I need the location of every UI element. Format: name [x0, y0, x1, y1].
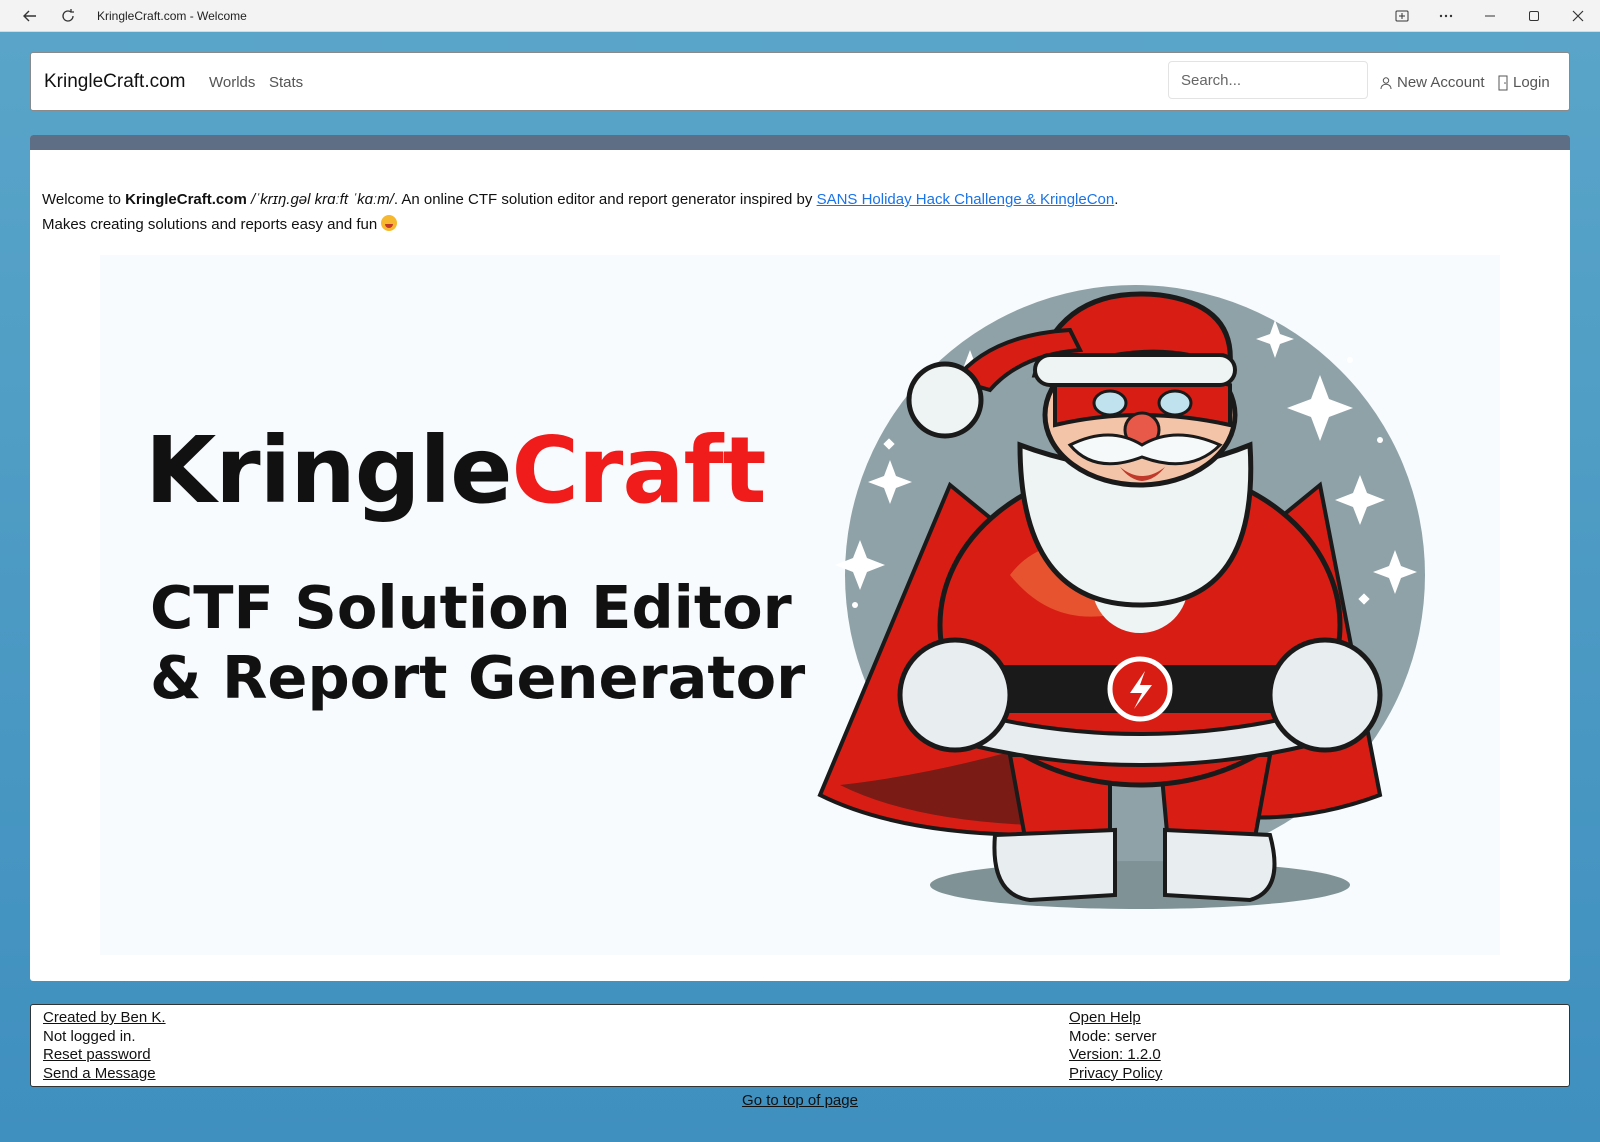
close-icon[interactable] — [1556, 0, 1600, 32]
login-status: Not logged in. — [43, 1027, 136, 1045]
more-options-icon[interactable] — [1424, 0, 1468, 32]
hero-title-black: Kringle — [145, 417, 512, 524]
new-account-label: New Account — [1397, 74, 1485, 91]
brand-link[interactable]: KringleCraft.com — [44, 71, 186, 93]
hero-title-red: Craft — [511, 417, 766, 524]
intro-line2: Makes creating solutions and reports eas… — [42, 216, 382, 233]
line-end: . — [1114, 191, 1119, 208]
hero-subtitle: CTF Solution Editor & Report Generator — [150, 573, 805, 713]
search-input[interactable] — [1168, 61, 1368, 99]
nav-link-worlds[interactable]: Worlds — [209, 74, 255, 91]
welcome-card: Welcome to KringleCraft.com /ˈkrɪŋ.ɡəl k… — [30, 135, 1570, 981]
description-text: . An online CTF solution editor and repo… — [393, 191, 817, 208]
cast-icon[interactable] — [1380, 0, 1424, 32]
pronunciation: /ˈkrɪŋ.ɡəl krɑːft ˈkɑːm/ — [246, 191, 394, 208]
back-arrow-icon[interactable] — [14, 0, 46, 32]
reload-icon[interactable] — [52, 0, 84, 32]
door-icon — [1498, 75, 1508, 90]
login-link[interactable]: Login — [1497, 74, 1550, 91]
sans-hhc-link[interactable]: SANS Holiday Hack Challenge & KringleCon — [817, 191, 1115, 208]
hero-title: KringleCraft — [145, 425, 766, 517]
minimize-icon[interactable] — [1468, 0, 1512, 32]
hero-subtitle-line2: & Report Generator — [150, 643, 806, 712]
go-to-top: Go to top of page — [0, 1092, 1600, 1109]
santa-superhero-illustration — [817, 285, 1425, 909]
footer-left: Created by Ben K. Not logged in. Reset p… — [43, 1009, 166, 1083]
nav-link-stats[interactable]: Stats — [269, 74, 303, 91]
maximize-icon[interactable] — [1512, 0, 1556, 32]
site-name: KringleCraft.com — [125, 191, 247, 208]
new-account-link[interactable]: New Account — [1379, 74, 1485, 91]
tongue-emoji-icon — [381, 215, 398, 231]
footer: Created by Ben K. Not logged in. Reset p… — [30, 1004, 1570, 1087]
footer-right: Open Help Mode: server Version: 1.2.0 Pr… — [1069, 1009, 1162, 1083]
mode-text: Mode: server — [1069, 1027, 1157, 1045]
login-label: Login — [1513, 74, 1550, 91]
window-titlebar: KringleCraft.com - Welcome — [0, 0, 1600, 32]
go-to-top-link[interactable]: Go to top of page — [742, 1092, 858, 1109]
reset-password-link[interactable]: Reset password — [43, 1046, 166, 1065]
version-link[interactable]: Version: 1.2.0 — [1069, 1046, 1162, 1065]
created-by-link[interactable]: Created by Ben K. — [43, 1009, 166, 1028]
window-title: KringleCraft.com - Welcome — [97, 9, 247, 23]
user-icon — [1380, 76, 1392, 89]
card-header — [30, 135, 1570, 150]
welcome-prefix: Welcome to — [42, 191, 126, 208]
open-help-link[interactable]: Open Help — [1069, 1009, 1162, 1028]
hero-subtitle-line1: CTF Solution Editor — [150, 573, 792, 642]
privacy-policy-link[interactable]: Privacy Policy — [1069, 1065, 1162, 1084]
send-message-link[interactable]: Send a Message — [43, 1065, 166, 1084]
hero-banner-image: KringleCraft CTF Solution Editor & Repor… — [100, 255, 1500, 955]
intro-text: Welcome to KringleCraft.com /ˈkrɪŋ.ɡəl k… — [42, 187, 1118, 237]
navbar: KringleCraft.com Worlds Stats New Accoun… — [30, 52, 1570, 111]
